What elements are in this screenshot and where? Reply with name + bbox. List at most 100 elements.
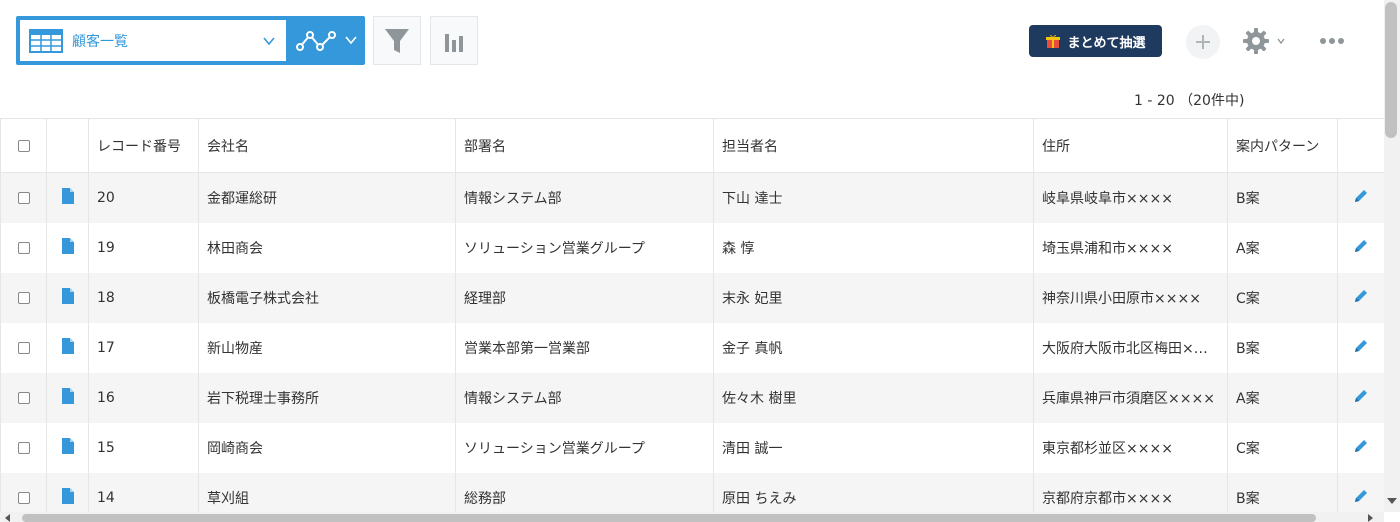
cell-pattern: A案 <box>1227 222 1338 273</box>
pencil-icon[interactable] <box>1353 188 1369 204</box>
document-icon[interactable] <box>61 187 75 204</box>
row-checkbox[interactable] <box>17 341 30 354</box>
cell-department: 情報システム部 <box>455 172 714 223</box>
cell-address: 大阪府大阪市北区梅田×××× <box>1033 322 1228 373</box>
more-button[interactable] <box>1314 26 1350 56</box>
chevron-down-icon <box>1277 38 1285 45</box>
scroll-left-arrow-icon[interactable] <box>4 514 12 522</box>
row-edit-cell <box>1337 222 1384 273</box>
add-record-button[interactable] <box>1186 25 1220 59</box>
header-department[interactable]: 部署名 <box>455 118 714 173</box>
cell-record-number: 19 <box>88 222 199 273</box>
chevron-down-icon[interactable] <box>344 33 358 47</box>
plus-icon <box>1196 35 1210 49</box>
cell-record-number: 18 <box>88 272 199 323</box>
header-pattern[interactable]: 案内パターン <box>1227 118 1338 173</box>
toolbar: 顧客一覧 まとめて抽選 <box>0 0 1384 82</box>
cell-record-number: 15 <box>88 422 199 473</box>
header-address[interactable]: 住所 <box>1033 118 1228 173</box>
table-body: 20 金都運総研 情報システム部 下山 達士 岐阜県岐阜市×××× B案 19 林田商会 ソリュ… <box>0 172 1384 512</box>
row-detail-cell <box>46 372 89 423</box>
row-checkbox[interactable] <box>17 291 30 304</box>
row-detail-cell <box>46 322 89 373</box>
cell-department: 総務部 <box>455 472 714 512</box>
cell-company: 林田商会 <box>198 222 456 273</box>
document-icon[interactable] <box>61 237 75 254</box>
cell-department: ソリューション営業グループ <box>455 222 714 273</box>
gear-icon <box>1243 28 1269 54</box>
header-edit <box>1337 118 1384 173</box>
row-select-cell <box>0 422 47 473</box>
pencil-icon[interactable] <box>1353 288 1369 304</box>
cell-address: 岐阜県岐阜市×××× <box>1033 172 1228 223</box>
filter-button[interactable] <box>373 16 421 65</box>
cell-record-number: 17 <box>88 322 199 373</box>
select-all-checkbox[interactable] <box>17 139 30 152</box>
cell-pattern: C案 <box>1227 272 1338 323</box>
filter-icon <box>385 28 409 53</box>
vertical-scroll-thumb[interactable] <box>1385 2 1397 138</box>
row-select-cell <box>0 222 47 273</box>
view-select[interactable]: 顧客一覧 <box>20 20 286 61</box>
row-detail-cell <box>46 172 89 223</box>
row-edit-cell <box>1337 422 1384 473</box>
row-select-cell <box>0 172 47 223</box>
table-icon <box>29 28 63 53</box>
record-table: レコード番号 会社名 部署名 担当者名 住所 案内パターン 20 金都運総研 情報シ… <box>0 118 1384 512</box>
cell-person: 原田 ちえみ <box>713 472 1034 512</box>
row-checkbox[interactable] <box>17 191 30 204</box>
pencil-icon[interactable] <box>1353 438 1369 454</box>
row-checkbox[interactable] <box>17 491 30 504</box>
document-icon[interactable] <box>61 337 75 354</box>
cell-department: ソリューション営業グループ <box>455 422 714 473</box>
table-row: 18 板橋電子株式会社 経理部 末永 妃里 神奈川県小田原市×××× C案 <box>0 272 1384 323</box>
lottery-button[interactable]: まとめて抽選 <box>1029 25 1162 57</box>
row-checkbox[interactable] <box>17 241 30 254</box>
pencil-icon[interactable] <box>1353 488 1369 504</box>
pencil-icon[interactable] <box>1353 388 1369 404</box>
cell-pattern: B案 <box>1227 472 1338 512</box>
document-icon[interactable] <box>61 437 75 454</box>
row-select-cell <box>0 322 47 373</box>
pencil-icon[interactable] <box>1353 238 1369 254</box>
cell-company: 板橋電子株式会社 <box>198 272 456 323</box>
row-checkbox[interactable] <box>17 391 30 404</box>
header-record-number[interactable]: レコード番号 <box>88 118 199 173</box>
graph-icon <box>295 30 336 51</box>
cell-person: 末永 妃里 <box>713 272 1034 323</box>
graph-button[interactable] <box>430 16 478 65</box>
pagination-info: 1 - 20 （20件中) <box>1134 93 1245 109</box>
select-all-cell <box>0 118 47 173</box>
document-icon[interactable] <box>61 287 75 304</box>
cell-pattern: A案 <box>1227 372 1338 423</box>
header-company[interactable]: 会社名 <box>198 118 456 173</box>
cell-record-number: 16 <box>88 372 199 423</box>
settings-button[interactable] <box>1242 26 1290 56</box>
cell-person: 金子 真帆 <box>713 322 1034 373</box>
header-person[interactable]: 担当者名 <box>713 118 1034 173</box>
row-edit-cell <box>1337 472 1384 512</box>
cell-person: 下山 達士 <box>713 172 1034 223</box>
row-detail-cell <box>46 222 89 273</box>
document-icon[interactable] <box>61 387 75 404</box>
cell-person: 森 惇 <box>713 222 1034 273</box>
cell-person: 佐々木 樹里 <box>713 372 1034 423</box>
scroll-down-arrow-icon[interactable] <box>1386 496 1398 506</box>
bar-chart-icon <box>445 33 463 52</box>
row-select-cell <box>0 272 47 323</box>
graph-view-button[interactable] <box>288 16 343 65</box>
horizontal-scroll-thumb[interactable] <box>22 514 1316 522</box>
pencil-icon[interactable] <box>1353 338 1369 354</box>
record-list: レコード番号 会社名 部署名 担当者名 住所 案内パターン 20 金都運総研 情報シ… <box>0 118 1384 512</box>
table-row: 19 林田商会 ソリューション営業グループ森 惇埼玉県浦和市×××× A案 <box>0 222 1384 273</box>
gift-icon <box>1046 34 1061 48</box>
row-edit-cell <box>1337 372 1384 423</box>
scroll-right-arrow-icon[interactable] <box>1366 514 1374 522</box>
row-select-cell <box>0 372 47 423</box>
cell-company: 岩下税理士事務所 <box>198 372 456 423</box>
cell-address: 京都府京都市×××× <box>1033 472 1228 512</box>
row-checkbox[interactable] <box>17 441 30 454</box>
document-icon[interactable] <box>61 487 75 504</box>
row-edit-cell <box>1337 272 1384 323</box>
table-row: 20 金都運総研 情報システム部 下山 達士 岐阜県岐阜市×××× B案 <box>0 172 1384 223</box>
